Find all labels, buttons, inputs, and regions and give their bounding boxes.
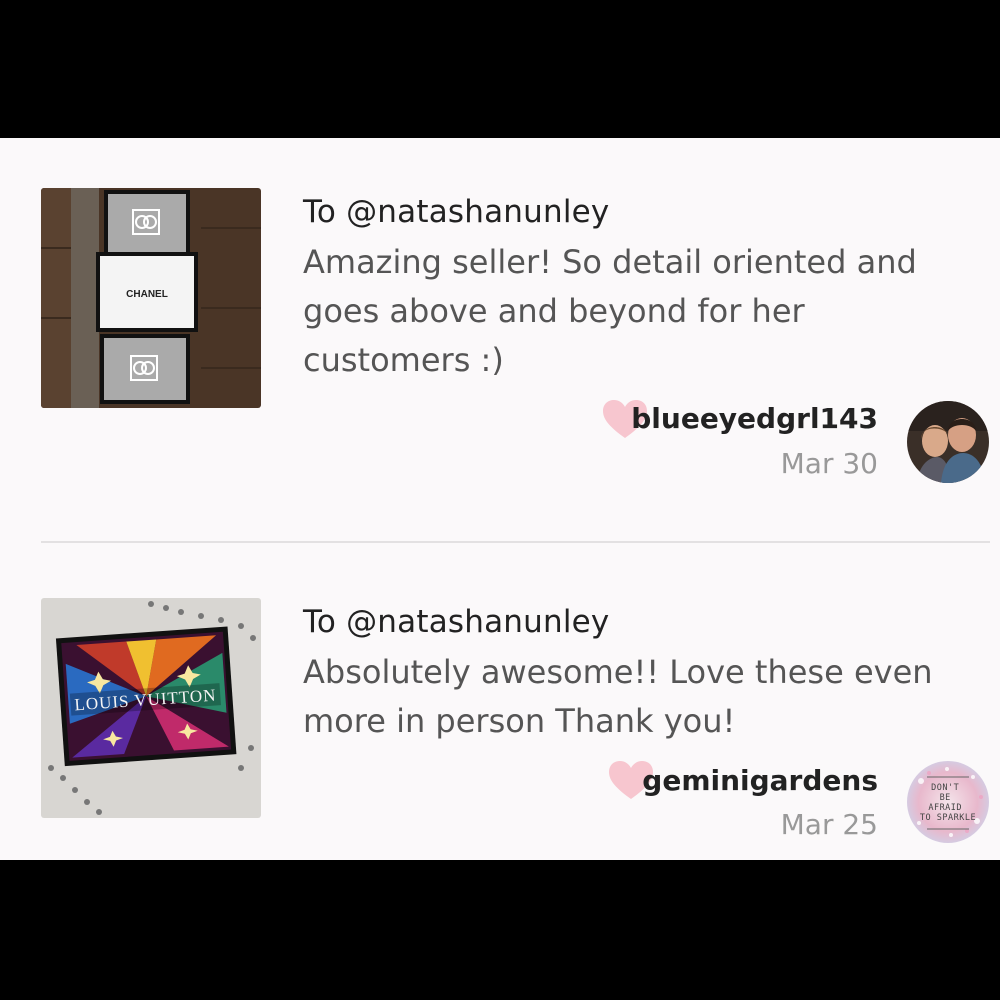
review-thumbnail[interactable]: LOUIS VUITTON: [41, 598, 261, 818]
chanel-frames-photo-icon: CHANEL: [41, 188, 261, 408]
reviewer-username[interactable]: geminigardens: [620, 764, 878, 797]
reviewer-avatar[interactable]: [907, 401, 989, 483]
dont-be-afraid-to-sparkle-avatar-icon: DON'T BE AFRAID TO SPARKLE: [907, 761, 989, 843]
reviewer-avatar[interactable]: DON'T BE AFRAID TO SPARKLE: [907, 761, 989, 843]
review-recipient[interactable]: To @natashanunley: [303, 604, 609, 640]
review-date: Mar 30: [780, 447, 878, 480]
review-recipient[interactable]: To @natashanunley: [303, 194, 609, 230]
review-divider: [41, 541, 990, 543]
review-date: Mar 25: [780, 808, 878, 841]
review-thumbnail[interactable]: CHANEL: [41, 188, 261, 408]
review-text: Amazing seller! So detail oriented and g…: [303, 243, 917, 379]
svg-text:CHANEL: CHANEL: [126, 289, 168, 300]
louis-vuitton-print-photo-icon: LOUIS VUITTON: [41, 598, 261, 818]
review-text: Absolutely awesome!! Love these even mor…: [303, 653, 933, 740]
reviewer-username[interactable]: blueeyedgrl143: [620, 402, 878, 435]
couple-photo-avatar-icon: [907, 401, 989, 483]
